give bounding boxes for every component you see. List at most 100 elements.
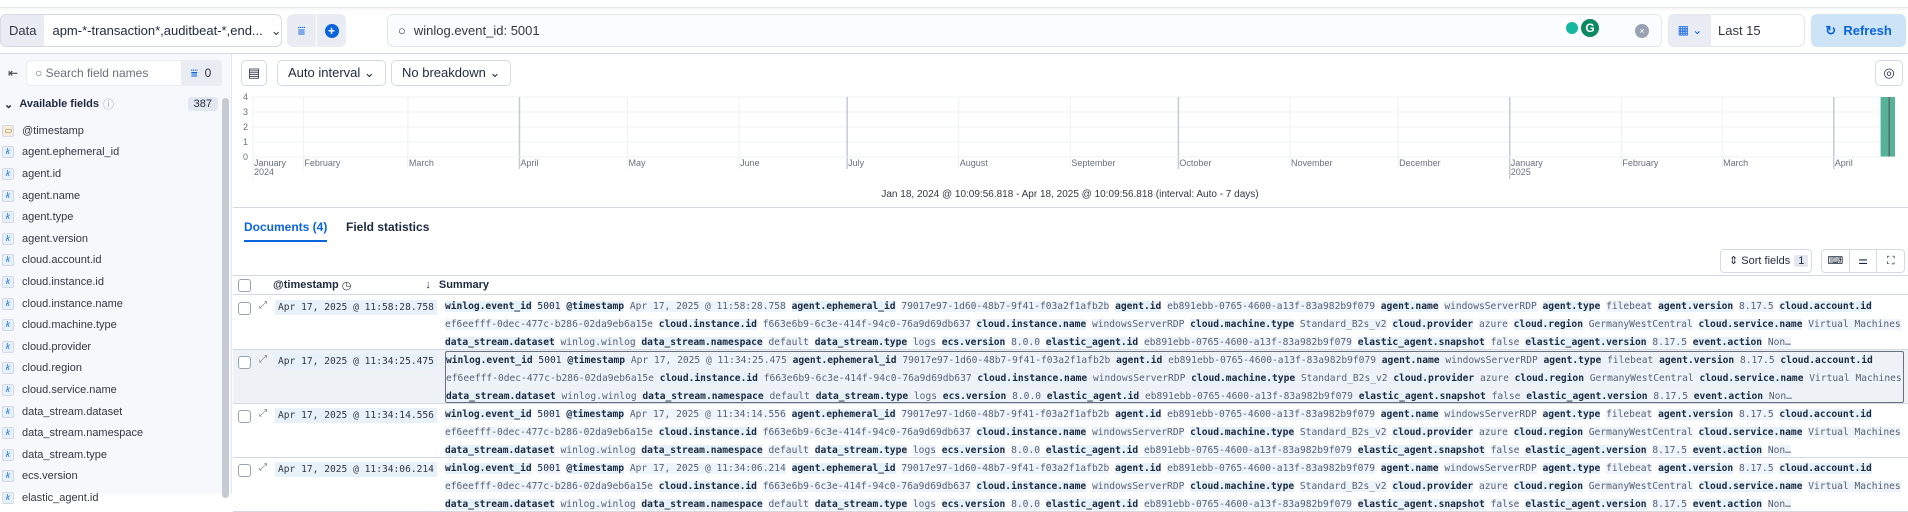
row-checkbox[interactable] bbox=[238, 464, 251, 477]
tab-documents[interactable]: Documents (4) bbox=[244, 220, 328, 242]
keyword-type-icon: k bbox=[2, 405, 14, 418]
display-settings-icon[interactable]: ⚌ bbox=[1850, 250, 1878, 272]
x-tick-label: April bbox=[520, 158, 538, 168]
summary-key: cloud.account.id bbox=[1780, 355, 1873, 366]
summary-key: data_stream.type bbox=[814, 337, 908, 348]
summary-value: eb891ebb-0765-4600-a13f-83a982b9f079 bbox=[1145, 391, 1353, 402]
summary-key: @timestamp bbox=[566, 463, 625, 474]
field-item[interactable]: k cloud.provider bbox=[2, 336, 212, 358]
x-tick-label: July bbox=[848, 158, 865, 168]
summary-value: 5001 bbox=[537, 301, 561, 312]
summary-key: agent.type bbox=[1543, 355, 1602, 366]
summary-key: agent.id bbox=[1115, 409, 1162, 420]
summary-value: Non… bbox=[1767, 445, 1791, 456]
summary-value: logs bbox=[912, 445, 937, 456]
summary-value: 5001 bbox=[537, 409, 561, 420]
summary-key: event.action bbox=[1693, 391, 1764, 402]
table-row[interactable]: ⤢ Apr 17, 2025 @ 11:34:25.475 winlog.event… bbox=[233, 350, 1908, 404]
summary-key: ecs.version bbox=[941, 499, 1006, 510]
summary-value: default bbox=[768, 445, 809, 456]
row-checkbox[interactable] bbox=[238, 302, 251, 315]
field-item[interactable]: k cloud.service.name bbox=[2, 379, 212, 401]
summary-value: f663e6b9-6c3e-414f-94c0-76a9d69db637 bbox=[762, 427, 971, 438]
row-summary[interactable]: winlog.event_id 5001 @timestamp Apr 17, … bbox=[445, 351, 1904, 403]
summary-value: 79017e97-1d60-48b7-9f41-f03a2f1afb2b bbox=[901, 301, 1110, 312]
summary-value: Apr 17, 2025 @ 11:34:25.475 bbox=[630, 355, 787, 366]
field-item[interactable]: k data_stream.dataset bbox=[2, 401, 212, 423]
summary-value: Apr 17, 2025 @ 11:34:06.214 bbox=[629, 463, 786, 474]
row-summary[interactable]: winlog.event_id 5001 @timestamp Apr 17, … bbox=[445, 460, 1904, 512]
summary-value: 8.17.5 bbox=[1652, 499, 1687, 510]
field-item[interactable]: k data_stream.type bbox=[2, 444, 212, 466]
chart-subtitle: Jan 18, 2024 @ 10:09:56.818 - Apr 18, 20… bbox=[881, 189, 1259, 200]
summary-key: cloud.region bbox=[1514, 373, 1584, 384]
x-tick-label: November bbox=[1291, 158, 1333, 168]
field-item[interactable]: k cloud.region bbox=[2, 358, 212, 380]
summary-key: agent.name bbox=[1380, 463, 1439, 474]
y-tick-label: 3 bbox=[243, 107, 248, 117]
summary-key: data_stream.type bbox=[815, 391, 909, 402]
summary-key: cloud.service.name bbox=[1698, 481, 1803, 492]
x-tick-label: October bbox=[1179, 158, 1211, 168]
summary-value: false bbox=[1490, 337, 1520, 348]
field-item[interactable]: k agent.type bbox=[2, 206, 212, 228]
field-item[interactable]: k cloud.instance.name bbox=[2, 293, 212, 315]
summary-key: cloud.service.name bbox=[1699, 373, 1804, 384]
summary-key: agent.version bbox=[1658, 409, 1734, 420]
expand-icon[interactable]: ⤢ bbox=[259, 462, 267, 473]
summary-value: 8.0.0 bbox=[1011, 337, 1041, 348]
field-item[interactable]: k ecs.version bbox=[2, 466, 212, 488]
field-item[interactable]: k cloud.account.id bbox=[2, 250, 212, 272]
y-tick-label: 0 bbox=[243, 152, 248, 162]
table-row[interactable]: ⤢ Apr 17, 2025 @ 11:58:28.758 winlog.event… bbox=[233, 296, 1908, 350]
summary-value: filebeat bbox=[1607, 355, 1654, 366]
summary-value: eb891ebb-0765-4600-a13f-83a982b9f079 bbox=[1144, 445, 1352, 456]
field-name: data_stream.type bbox=[22, 448, 107, 461]
summary-value: windowsServerRDP bbox=[1444, 301, 1537, 312]
summary-key: elastic_agent.snapshot bbox=[1357, 445, 1485, 456]
y-tick-label: 1 bbox=[243, 137, 248, 147]
x-tick-year: 2024 bbox=[254, 167, 274, 177]
column-header-timestamp[interactable]: @timestamp bbox=[273, 279, 339, 291]
field-item[interactable]: k cloud.machine.type bbox=[2, 314, 212, 336]
summary-key: agent.name bbox=[1381, 355, 1440, 366]
sort-descending-icon[interactable]: ↓ bbox=[425, 279, 431, 291]
row-checkbox[interactable] bbox=[238, 410, 251, 423]
field-item[interactable]: k cloud.instance.id bbox=[2, 271, 212, 293]
table-row[interactable]: ⤢ Apr 17, 2025 @ 11:34:14.556 winlog.event… bbox=[233, 404, 1908, 458]
summary-value: eb891ebb-0765-4600-a13f-83a982b9f079 bbox=[1144, 499, 1352, 510]
table-row[interactable]: ⤢ Apr 17, 2025 @ 11:34:06.214 winlog.event… bbox=[233, 458, 1908, 512]
summary-value: Virtual Machines bbox=[1808, 319, 1901, 330]
row-summary[interactable]: winlog.event_id 5001 @timestamp Apr 17, … bbox=[445, 406, 1904, 458]
row-checkbox[interactable] bbox=[238, 356, 251, 369]
fullscreen-icon[interactable]: ⛶ bbox=[1877, 250, 1904, 272]
expand-icon[interactable]: ⤢ bbox=[259, 354, 267, 365]
field-item[interactable]: k agent.version bbox=[2, 228, 212, 250]
summary-key: winlog.event_id bbox=[445, 409, 532, 420]
x-tick-label: February bbox=[304, 158, 341, 168]
summary-key: elastic_agent.id bbox=[1045, 499, 1139, 510]
summary-key: agent.type bbox=[1542, 463, 1601, 474]
field-item[interactable]: k elastic_agent.id bbox=[2, 487, 212, 509]
keyword-type-icon: k bbox=[2, 448, 14, 461]
tab-field-statistics[interactable]: Field statistics bbox=[346, 220, 429, 234]
summary-value: azure bbox=[1478, 481, 1508, 492]
summary-value: 8.17.5 bbox=[1653, 391, 1688, 402]
select-all-checkbox[interactable] bbox=[238, 278, 251, 292]
expand-icon[interactable]: ⤢ bbox=[259, 300, 267, 311]
summary-key: cloud.provider bbox=[1392, 481, 1474, 492]
summary-value: winlog.winlog bbox=[561, 391, 637, 402]
keyboard-icon[interactable]: ⌨ bbox=[1822, 250, 1850, 272]
field-name: cloud.instance.name bbox=[22, 297, 123, 310]
row-summary[interactable]: winlog.event_id 5001 @timestamp Apr 17, … bbox=[445, 298, 1904, 350]
summary-key: cloud.account.id bbox=[1779, 463, 1872, 474]
summary-key: elastic_agent.snapshot bbox=[1358, 391, 1486, 402]
field-item[interactable]: k data_stream.namespace bbox=[2, 422, 212, 444]
summary-key: elastic_agent.id bbox=[1045, 445, 1139, 456]
summary-value: false bbox=[1490, 445, 1520, 456]
summary-key: cloud.instance.name bbox=[976, 427, 1087, 438]
sort-fields-label: Sort fields bbox=[1741, 255, 1791, 267]
column-header-summary[interactable]: Summary bbox=[439, 279, 489, 291]
expand-icon[interactable]: ⤢ bbox=[259, 408, 267, 419]
sort-fields-button[interactable]: ⇕ Sort fields 1 bbox=[1720, 249, 1812, 273]
